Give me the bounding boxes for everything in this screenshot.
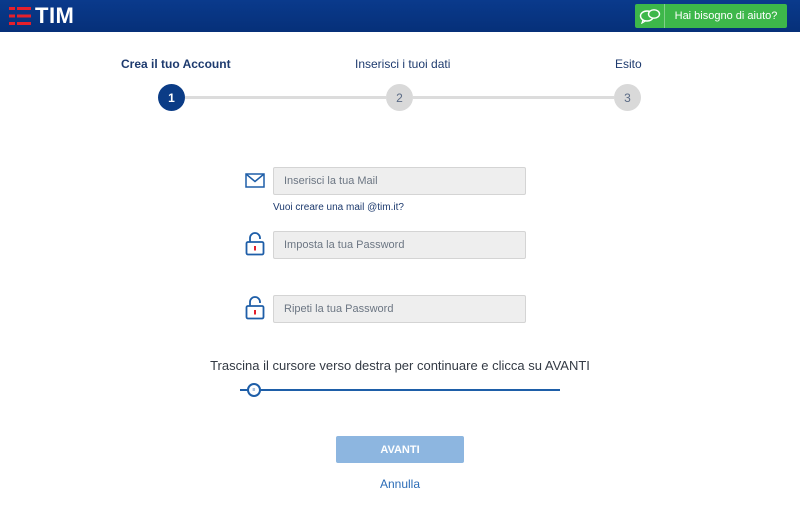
create-tim-mail-link[interactable]: Vuoi creare una mail @tim.it? — [273, 202, 404, 213]
envelope-icon — [245, 173, 265, 193]
email-input[interactable] — [273, 167, 526, 195]
step-2-label: Inserisci i tuoi dati — [355, 57, 451, 71]
step-3-label: Esito — [615, 57, 642, 71]
avanti-button[interactable]: AVANTI — [336, 436, 464, 463]
padlock-icon — [245, 232, 265, 261]
password-input[interactable] — [273, 231, 526, 259]
slider-handle[interactable]: ≡ — [247, 383, 261, 397]
step-1-circle: 1 — [158, 84, 185, 111]
step-1-label: Crea il tuo Account — [121, 57, 231, 71]
slider-instruction: Trascina il cursore verso destra per con… — [210, 358, 590, 373]
grip-icon: ≡ — [252, 386, 256, 393]
step-connector — [413, 96, 614, 99]
padlock-icon — [245, 296, 265, 325]
slider-track[interactable] — [240, 389, 560, 391]
step-3-circle: 3 — [614, 84, 641, 111]
step-2-circle: 2 — [386, 84, 413, 111]
annulla-link[interactable]: Annulla — [0, 477, 800, 491]
progress-stepper: Crea il tuo Account Inserisci i tuoi dat… — [0, 0, 800, 120]
repeat-password-input[interactable] — [273, 295, 526, 323]
step-connector — [185, 96, 386, 99]
